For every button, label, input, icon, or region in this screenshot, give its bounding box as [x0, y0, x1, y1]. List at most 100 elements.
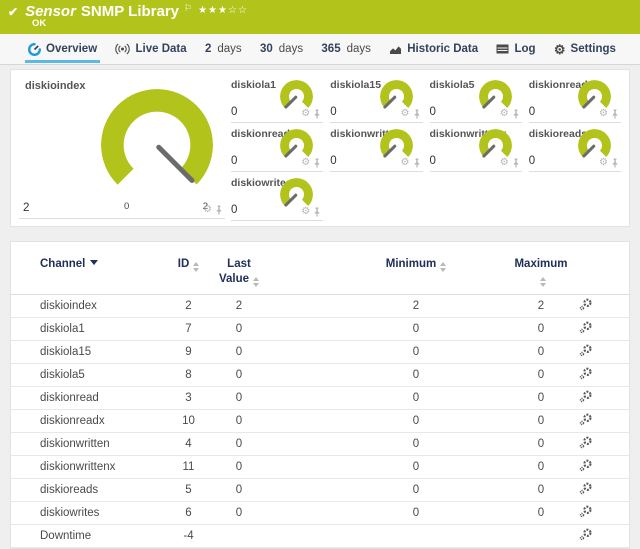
- tab-2-days-unit: days: [217, 43, 241, 55]
- spacer: [601, 386, 629, 409]
- cell-channel-actions: [571, 340, 601, 363]
- gauge-pin-icon[interactable]: [413, 109, 421, 119]
- priority-stars[interactable]: ★★★☆☆: [198, 5, 248, 16]
- channel-settings-icon[interactable]: [579, 321, 593, 337]
- gauge-pin-icon[interactable]: [413, 158, 421, 168]
- flag-icon[interactable]: ⚐: [184, 3, 192, 14]
- gauge-pin-icon[interactable]: [611, 158, 619, 168]
- channel-gauge-cell[interactable]: diskionreadx 0 ⚙: [231, 123, 323, 172]
- channel-table-body: diskioindex 2 2 2 2 diskiola1 7 0 0 0: [11, 294, 629, 547]
- tab-live-data[interactable]: Live Data: [115, 34, 186, 64]
- cell-last-value: 0: [216, 363, 262, 386]
- channel-gauge-cell[interactable]: diskionwritten 0 ⚙: [330, 123, 422, 172]
- gauge-settings-icon[interactable]: ⚙: [401, 109, 410, 119]
- cell-last-value: 0: [216, 340, 262, 363]
- channel-gauge-cell[interactable]: diskiola1 0 ⚙: [231, 74, 323, 123]
- gauge-settings-icon[interactable]: ⚙: [301, 109, 310, 119]
- gauge-pin-icon[interactable]: [313, 158, 321, 168]
- cell-channel-actions: [571, 409, 601, 432]
- channel-settings-icon[interactable]: [579, 459, 593, 475]
- channel-gauge-cell[interactable]: diskioreads 0 ⚙: [529, 123, 621, 172]
- channel-gauge-cell[interactable]: diskiowrites 0 ⚙: [231, 172, 323, 221]
- channel-settings-icon[interactable]: [579, 413, 593, 429]
- primary-gauge-cell[interactable]: diskioindex 0 2 2 ⚙: [19, 74, 225, 219]
- cell-channel-id: 2: [161, 294, 216, 317]
- channel-settings-icon[interactable]: [579, 367, 593, 383]
- channel-gauge-value: 0: [330, 155, 336, 167]
- column-header-last-value[interactable]: Last Value: [216, 244, 262, 294]
- tab-30-days[interactable]: 30 days: [260, 34, 303, 64]
- cell-minimum: 0: [351, 340, 481, 363]
- historic-chart-icon: [389, 44, 402, 55]
- stars-filled[interactable]: ★★★: [198, 5, 228, 16]
- cell-channel-actions: [571, 363, 601, 386]
- sort-icon: [540, 277, 546, 287]
- gauge-pin-icon[interactable]: [215, 205, 223, 215]
- cell-last-value: 0: [216, 409, 262, 432]
- cell-maximum: 0: [511, 478, 571, 501]
- sort-desc-icon: [90, 260, 98, 265]
- tab-log[interactable]: Log: [496, 34, 535, 64]
- tab-settings[interactable]: ⚙ Settings: [554, 34, 616, 64]
- cell-minimum: [351, 524, 481, 547]
- column-header-minimum[interactable]: Minimum: [351, 244, 481, 294]
- gauge-pin-icon[interactable]: [611, 109, 619, 119]
- gauge-settings-icon[interactable]: ⚙: [599, 109, 608, 119]
- gauge-pin-icon[interactable]: [313, 207, 321, 217]
- stars-empty[interactable]: ☆☆: [228, 5, 248, 16]
- tab-overview[interactable]: Overview: [28, 34, 97, 64]
- channel-table-row: Downtime -4: [11, 524, 629, 547]
- channel-gauge-cell[interactable]: diskionwrittenx 0 ⚙: [430, 123, 522, 172]
- sensor-tab-bar: Overview Live Data 2 days 30 days 365 da…: [0, 34, 640, 65]
- gauge-pin-icon[interactable]: [512, 109, 520, 119]
- channel-settings-icon[interactable]: [579, 390, 593, 406]
- cell-maximum: 0: [511, 432, 571, 455]
- cell-minimum: 0: [351, 432, 481, 455]
- gauge-settings-icon[interactable]: ⚙: [500, 158, 509, 168]
- column-header-id[interactable]: ID: [161, 244, 216, 294]
- gauge-settings-icon[interactable]: ⚙: [401, 158, 410, 168]
- channel-gauge-actions: ⚙: [599, 158, 619, 168]
- channel-settings-icon[interactable]: [579, 505, 593, 521]
- channel-gauge-value: 0: [529, 155, 535, 167]
- channel-gauge-cell[interactable]: diskiola5 0 ⚙: [430, 74, 522, 123]
- cell-channel-id: 6: [161, 501, 216, 524]
- gauges-panel: diskioindex 0 2 2 ⚙ diskiola1 0 ⚙: [10, 69, 630, 227]
- channel-gauge-value: 0: [231, 155, 237, 167]
- gauge-settings-icon[interactable]: ⚙: [301, 158, 310, 168]
- cell-last-value: [216, 524, 262, 547]
- cell-minimum: 0: [351, 501, 481, 524]
- channel-settings-icon[interactable]: [579, 528, 593, 544]
- gauge-pin-icon[interactable]: [512, 158, 520, 168]
- gauge-settings-icon[interactable]: ⚙: [301, 207, 310, 217]
- channel-settings-icon[interactable]: [579, 436, 593, 452]
- cell-maximum: 0: [511, 317, 571, 340]
- spacer: [481, 317, 511, 340]
- gauge-settings-icon[interactable]: ⚙: [599, 158, 608, 168]
- tab-2-days[interactable]: 2 days: [205, 34, 242, 64]
- column-header-maximum[interactable]: Maximum: [511, 244, 571, 294]
- primary-gauge-actions: ⚙: [203, 205, 223, 215]
- gauge-pin-icon[interactable]: [313, 109, 321, 119]
- column-header-channel-label: Channel: [40, 258, 85, 270]
- channel-gauge-cell[interactable]: diskionread 0 ⚙: [529, 74, 621, 123]
- channel-table-row: diskionwritten 4 0 0 0: [11, 432, 629, 455]
- channel-settings-icon[interactable]: [579, 344, 593, 360]
- channel-table-row: diskionwrittenx 11 0 0 0: [11, 455, 629, 478]
- tab-historic-data[interactable]: Historic Data: [389, 34, 478, 64]
- cell-channel-id: 4: [161, 432, 216, 455]
- gauge-settings-icon[interactable]: ⚙: [500, 109, 509, 119]
- channel-settings-icon[interactable]: [579, 482, 593, 498]
- cell-last-value: 0: [216, 432, 262, 455]
- gauge-settings-icon[interactable]: ⚙: [203, 205, 212, 215]
- tab-30-days-unit: days: [279, 43, 303, 55]
- cell-channel-name: Downtime: [11, 524, 161, 547]
- channel-table-row: diskiola15 9 0 0 0: [11, 340, 629, 363]
- tab-365-days[interactable]: 365 days: [321, 34, 370, 64]
- cell-maximum: 0: [511, 386, 571, 409]
- spacer: [601, 340, 629, 363]
- column-header-channel[interactable]: Channel: [11, 244, 161, 294]
- channel-settings-icon[interactable]: [579, 298, 593, 314]
- channel-table-row: diskionread 3 0 0 0: [11, 386, 629, 409]
- channel-gauge-cell[interactable]: diskiola15 0 ⚙: [330, 74, 422, 123]
